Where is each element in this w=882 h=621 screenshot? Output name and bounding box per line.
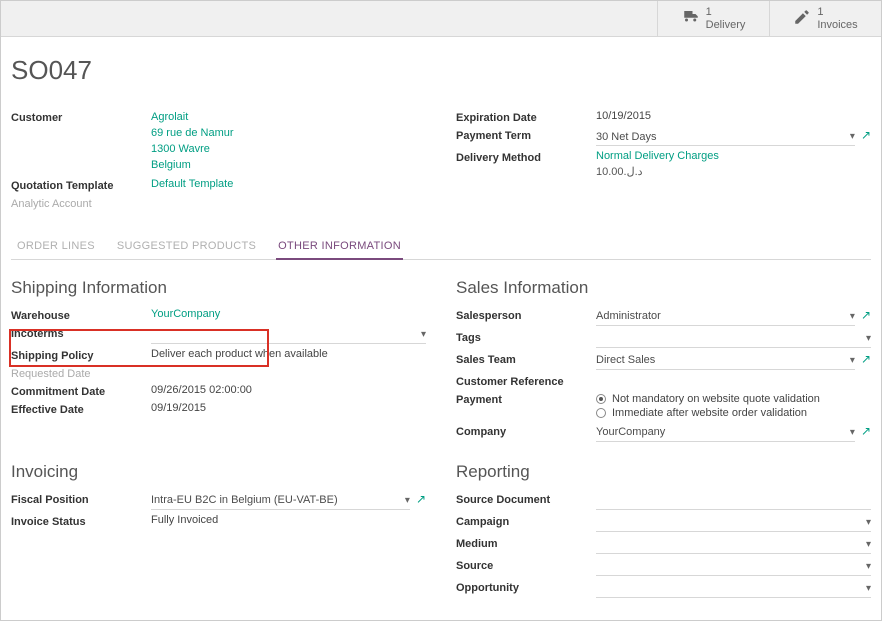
- caret-down-icon[interactable]: ▾: [850, 355, 855, 366]
- salesperson-field[interactable]: Administrator ▾: [596, 308, 855, 326]
- stat-invoices[interactable]: 1 Invoices: [769, 1, 881, 36]
- tab-order-lines[interactable]: ORDER LINES: [15, 234, 97, 259]
- medium-label: Medium: [456, 536, 596, 550]
- invoices-count: 1: [817, 6, 857, 18]
- tags-label: Tags: [456, 330, 596, 344]
- customer-addr3: Belgium: [151, 159, 191, 171]
- caret-down-icon[interactable]: ▾: [850, 131, 855, 142]
- tab-other-information[interactable]: OTHER INFORMATION: [276, 234, 403, 260]
- tags-field[interactable]: ▾: [596, 330, 871, 348]
- fiscal-label: Fiscal Position: [11, 492, 151, 506]
- payment-option-2[interactable]: Immediate after website order validation: [596, 406, 871, 420]
- salesperson-value: Administrator: [596, 309, 846, 323]
- campaign-field[interactable]: ▾: [596, 514, 871, 532]
- fiscal-field[interactable]: Intra-EU B2C in Belgium (EU-VAT-BE) ▾: [151, 492, 410, 510]
- invoice-status-value: Fully Invoiced: [151, 514, 426, 526]
- payment-option-1[interactable]: Not mandatory on website quote validatio…: [596, 392, 871, 406]
- caret-down-icon[interactable]: ▾: [850, 311, 855, 322]
- external-link-icon[interactable]: ↗: [861, 424, 871, 438]
- expiration-label: Expiration Date: [456, 110, 596, 124]
- radio-unselected-icon: [596, 408, 606, 418]
- shipping-policy-value: Deliver each product when available: [151, 348, 426, 360]
- salesperson-label: Salesperson: [456, 308, 596, 322]
- customer-addr1: 69 rue de Namur: [151, 127, 234, 139]
- company-label: Company: [456, 424, 596, 438]
- incoterms-field[interactable]: ▾: [151, 326, 426, 344]
- delivery-count: 1: [706, 6, 746, 18]
- customer-addr2: 1300 Wavre: [151, 143, 210, 155]
- warehouse-value[interactable]: YourCompany: [151, 308, 220, 320]
- caret-down-icon[interactable]: ▾: [866, 561, 871, 572]
- commitment-date-value: 09/26/2015 02:00:00: [151, 384, 426, 396]
- caret-down-icon[interactable]: ▾: [405, 495, 410, 506]
- shipping-heading: Shipping Information: [11, 278, 426, 298]
- external-link-icon[interactable]: ↗: [861, 128, 871, 142]
- payment-term-value: 30 Net Days: [596, 130, 846, 144]
- sales-heading: Sales Information: [456, 278, 871, 298]
- delivery-label: Delivery: [706, 19, 746, 31]
- payment-opt2-label: Immediate after website order validation: [612, 407, 807, 419]
- external-link-icon[interactable]: ↗: [861, 352, 871, 366]
- tags-value: [596, 337, 862, 339]
- opportunity-label: Opportunity: [456, 580, 596, 594]
- incoterms-label: Incoterms: [11, 326, 151, 340]
- company-field[interactable]: YourCompany ▾: [596, 424, 855, 442]
- invoicing-heading: Invoicing: [11, 462, 426, 482]
- company-value: YourCompany: [596, 425, 846, 439]
- payment-opt1-label: Not mandatory on website quote validatio…: [612, 393, 820, 405]
- caret-down-icon[interactable]: ▾: [866, 539, 871, 550]
- external-link-icon[interactable]: ↗: [861, 308, 871, 322]
- tab-suggested-products[interactable]: SUGGESTED PRODUCTS: [115, 234, 258, 259]
- pencil-note-icon: [793, 8, 811, 29]
- sales-team-field[interactable]: Direct Sales ▾: [596, 352, 855, 370]
- custref-label: Customer Reference: [456, 374, 596, 388]
- caret-down-icon[interactable]: ▾: [866, 517, 871, 528]
- source-doc-label: Source Document: [456, 492, 596, 506]
- requested-date-label: Requested Date: [11, 366, 151, 380]
- warehouse-label: Warehouse: [11, 308, 151, 322]
- caret-down-icon[interactable]: ▾: [421, 329, 426, 340]
- expiration-value: 10/19/2015: [596, 110, 871, 122]
- radio-selected-icon: [596, 394, 606, 404]
- fiscal-value: Intra-EU B2C in Belgium (EU-VAT-BE): [151, 493, 401, 507]
- template-link[interactable]: Default Template: [151, 178, 233, 190]
- effective-date-value: 09/19/2015: [151, 402, 426, 414]
- template-label: Quotation Template: [11, 178, 151, 192]
- medium-field[interactable]: ▾: [596, 536, 871, 554]
- payment-label: Payment: [456, 392, 596, 406]
- invoice-status-label: Invoice Status: [11, 514, 151, 528]
- source-label: Source: [456, 558, 596, 572]
- reporting-heading: Reporting: [456, 462, 871, 482]
- analytic-label: Analytic Account: [11, 196, 151, 210]
- sales-team-value: Direct Sales: [596, 353, 846, 367]
- source-field[interactable]: ▾: [596, 558, 871, 576]
- invoices-label: Invoices: [817, 19, 857, 31]
- truck-icon: [682, 8, 700, 29]
- payment-term-label: Payment Term: [456, 128, 596, 142]
- caret-down-icon[interactable]: ▾: [850, 427, 855, 438]
- source-doc-field[interactable]: [596, 492, 871, 510]
- payment-term-field[interactable]: 30 Net Days ▾: [596, 128, 855, 146]
- commitment-date-label: Commitment Date: [11, 384, 151, 398]
- customer-label: Customer: [11, 110, 151, 124]
- stat-delivery[interactable]: 1 Delivery: [657, 1, 769, 36]
- effective-date-label: Effective Date: [11, 402, 151, 416]
- shipping-policy-label: Shipping Policy: [11, 348, 151, 362]
- caret-down-icon[interactable]: ▾: [866, 333, 871, 344]
- customer-name-link[interactable]: Agrolait: [151, 111, 188, 123]
- external-link-icon[interactable]: ↗: [416, 492, 426, 506]
- delivery-method-link[interactable]: Normal Delivery Charges: [596, 150, 719, 162]
- campaign-label: Campaign: [456, 514, 596, 528]
- caret-down-icon[interactable]: ▾: [866, 583, 871, 594]
- incoterms-value: [151, 333, 417, 335]
- opportunity-field[interactable]: ▾: [596, 580, 871, 598]
- delivery-amount: د.ل.10.00: [596, 162, 871, 178]
- delivery-method-label: Delivery Method: [456, 150, 596, 164]
- sales-team-label: Sales Team: [456, 352, 596, 366]
- page-title: SO047: [11, 55, 871, 86]
